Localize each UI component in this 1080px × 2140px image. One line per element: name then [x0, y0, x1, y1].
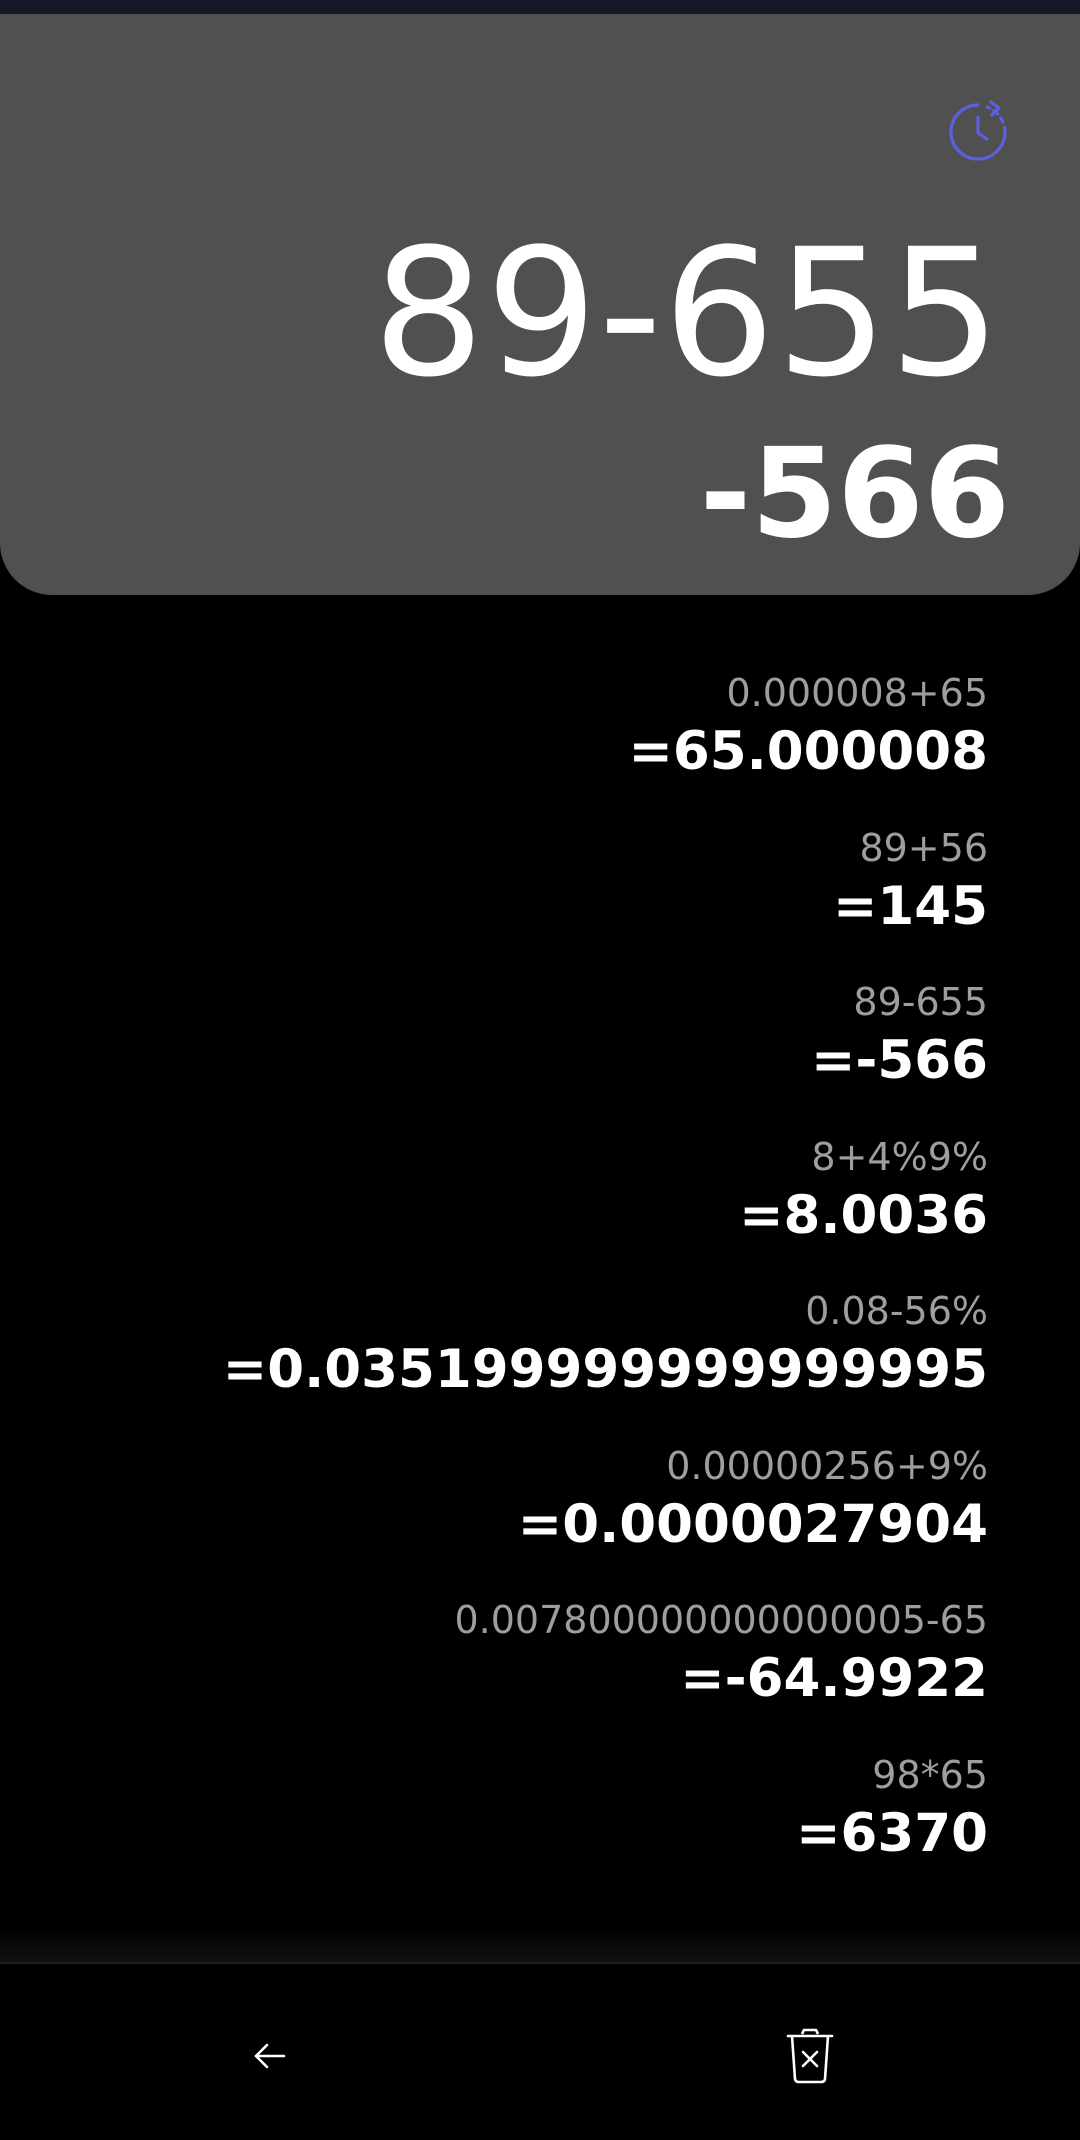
history-expression: 0.00000256+9%	[666, 1443, 988, 1488]
history-result: =65.000008	[628, 721, 988, 782]
history-entry[interactable]: 98*65 =6370	[88, 1747, 988, 1902]
history-entry[interactable]: 0.007800000000000005-65 =-64.9922	[88, 1592, 988, 1747]
history-result: =0.0000027904	[517, 1493, 988, 1555]
trash-clear-icon	[786, 2028, 834, 2084]
history-expression: 0.007800000000000005-65	[454, 1598, 988, 1642]
current-result: -566	[699, 422, 1010, 566]
history-result: =-64.9922	[680, 1648, 988, 1709]
calculator-display: 89-655 -566	[0, 14, 1080, 595]
history-entry[interactable]: 8+4%9% =8.0036	[88, 1129, 988, 1284]
history-result: =-566	[810, 1030, 988, 1091]
history-entry[interactable]: 0.00000256+9% =0.0000027904	[88, 1438, 988, 1593]
history-expression: 0.000008+65	[726, 671, 988, 715]
history-result: =0.035199999999999995	[222, 1339, 988, 1400]
history-list: 0.000008+65 =65.000008 89+56 =145 89-655…	[88, 665, 988, 1901]
history-result: =6370	[796, 1802, 988, 1864]
history-entry[interactable]: 0.08-56% =0.035199999999999995	[88, 1283, 988, 1438]
history-result: =8.0036	[739, 1184, 988, 1246]
history-entry[interactable]: 89-655 =-566	[88, 974, 988, 1129]
back-button[interactable]	[230, 2016, 310, 2096]
history-expression: 0.08-56%	[805, 1289, 988, 1333]
history-entry[interactable]: 89+56 =145	[88, 820, 988, 975]
current-expression: 89-655	[372, 211, 1002, 416]
history-button[interactable]	[940, 94, 1016, 170]
history-entry[interactable]: 0.000008+65 =65.000008	[88, 665, 988, 820]
history-expression: 98*65	[872, 1752, 988, 1797]
history-expression: 89-655	[853, 980, 988, 1024]
history-expression: 8+4%9%	[811, 1134, 988, 1179]
clear-history-button[interactable]	[770, 2016, 850, 2096]
history-expression: 89+56	[859, 825, 988, 870]
history-clock-icon	[949, 100, 1007, 161]
bottom-bar-shadow	[0, 1925, 1080, 1965]
history-result: =145	[832, 875, 988, 937]
bottom-action-bar	[0, 1962, 1080, 2140]
status-bar	[0, 0, 1080, 14]
arrow-left-icon	[254, 2043, 286, 2069]
